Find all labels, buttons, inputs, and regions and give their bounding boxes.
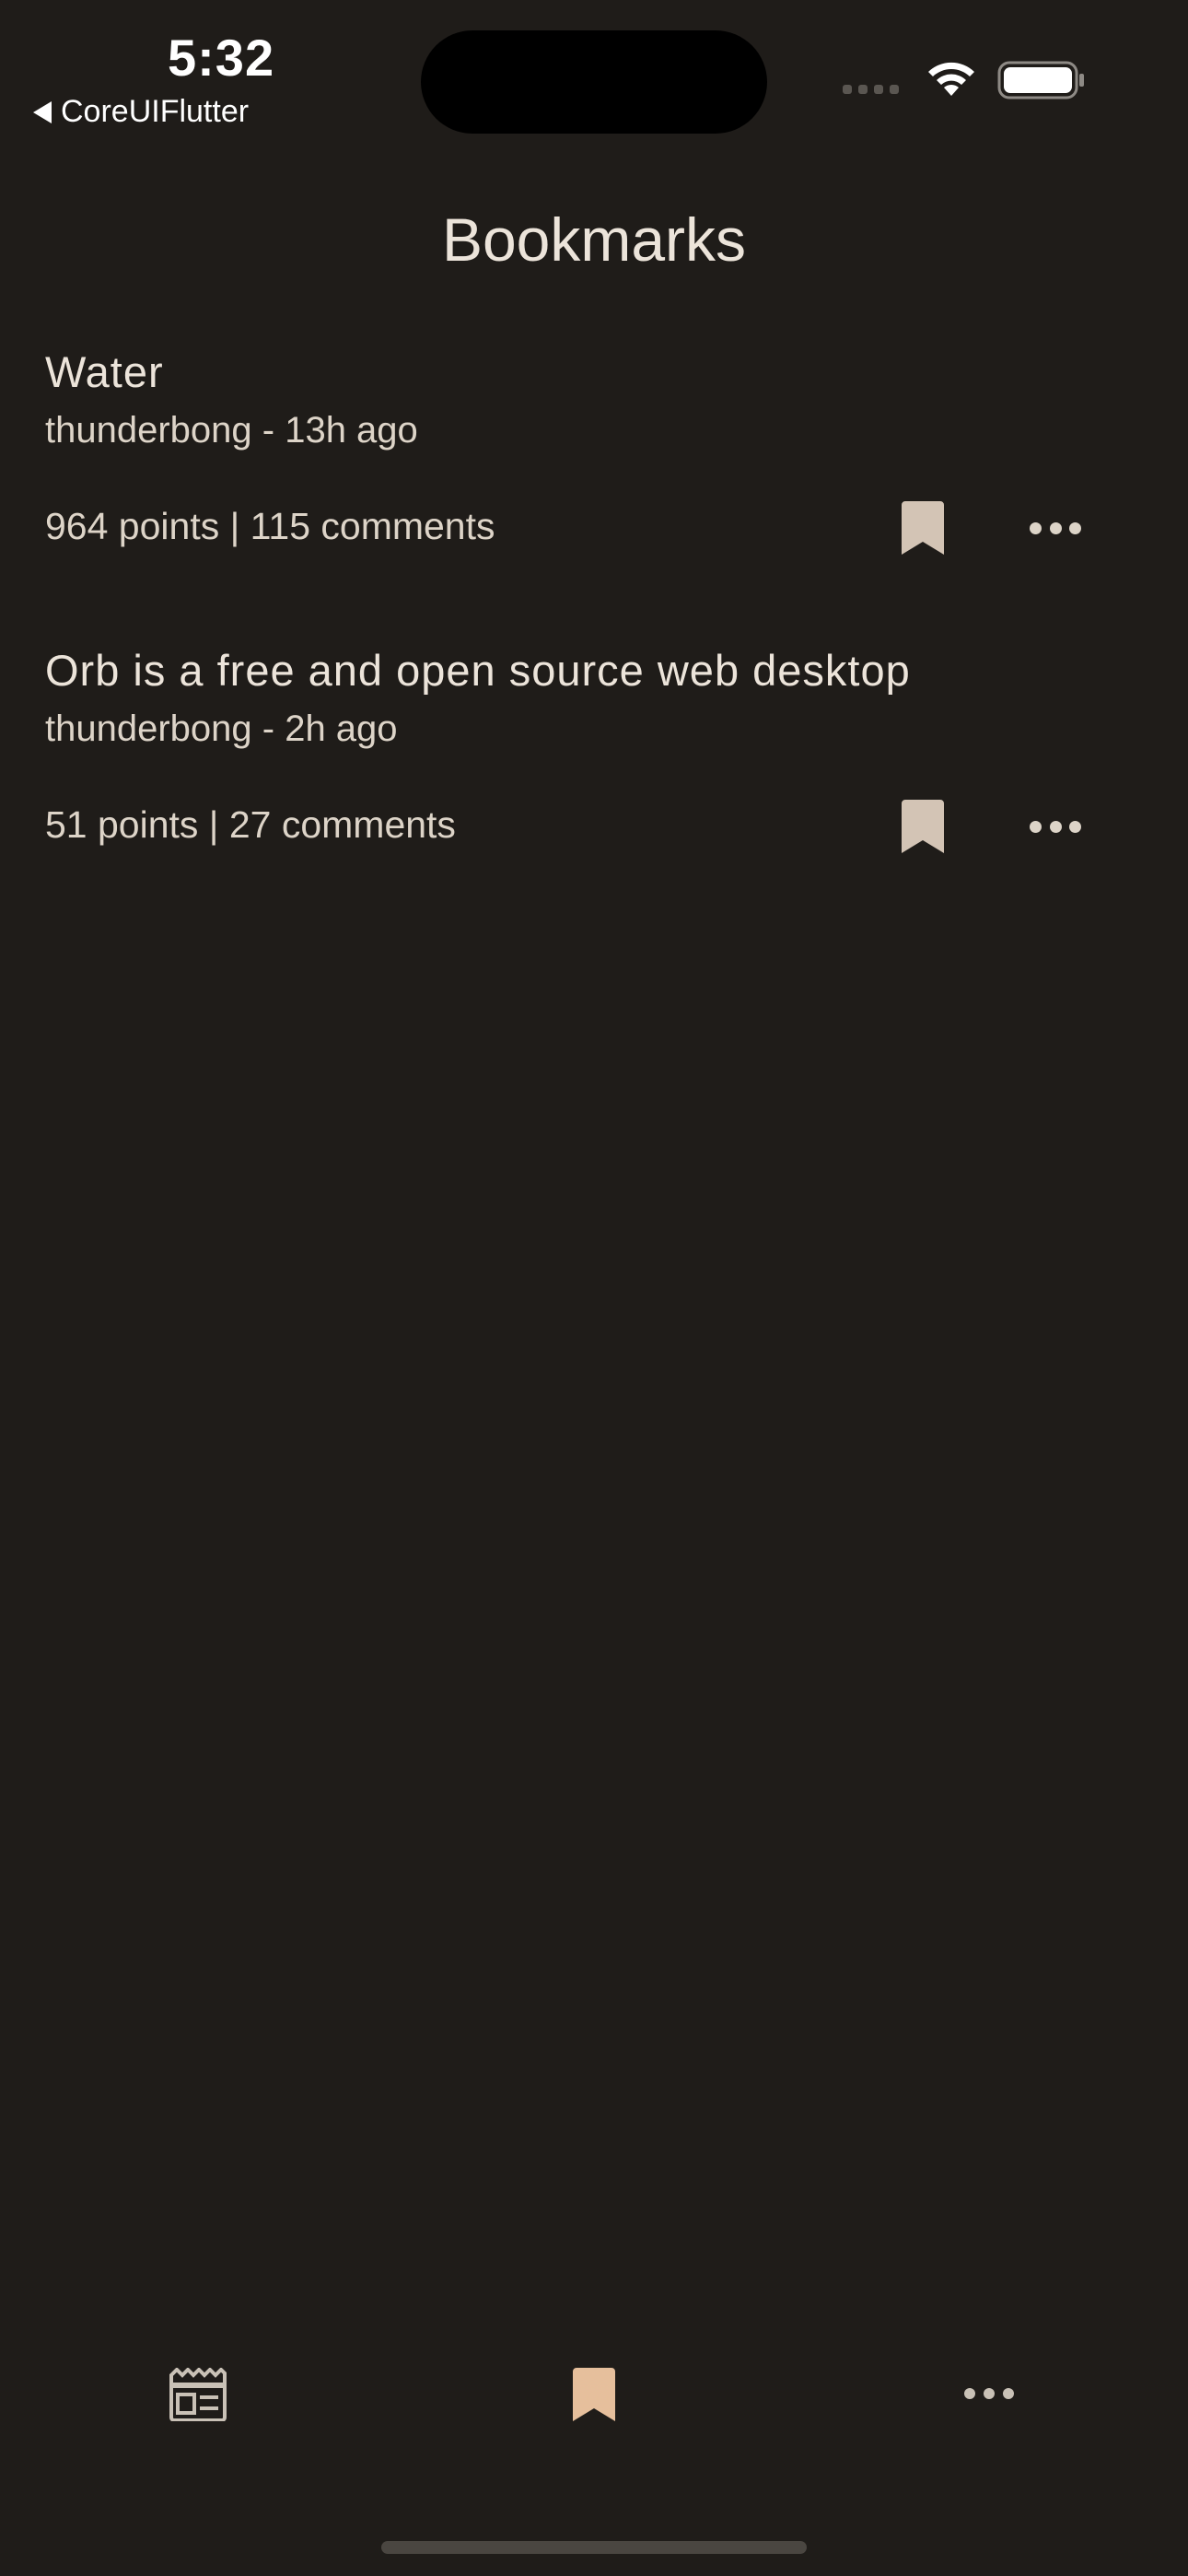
cellular-signal-icon: [843, 85, 899, 94]
tab-bookmarks-icon[interactable]: [573, 2368, 615, 2421]
more-icon[interactable]: [1030, 817, 1081, 836]
back-app-label: CoreUIFlutter: [61, 94, 250, 129]
story-meta: thunderbong - 2h ago: [45, 708, 398, 749]
back-arrow-icon: [33, 100, 52, 123]
more-icon[interactable]: [1030, 519, 1081, 537]
story-item[interactable]: Water thunderbong - 13h ago: [45, 346, 1150, 451]
story-title[interactable]: Water: [45, 346, 1150, 397]
tab-more-icon[interactable]: [964, 2384, 1014, 2403]
page-title: Bookmarks: [441, 205, 747, 274]
story-stats[interactable]: 964 points | 115 comments: [45, 505, 495, 548]
tab-feed-newspaper-icon[interactable]: [169, 2368, 227, 2421]
story-item[interactable]: Orb is a free and open source web deskto…: [45, 645, 1150, 750]
wifi-icon: [928, 62, 974, 96]
battery-icon: [997, 61, 1084, 100]
story-meta: thunderbong - 13h ago: [45, 410, 418, 451]
status-time: 5:32: [168, 29, 275, 87]
back-to-app-button[interactable]: CoreUIFlutter: [33, 94, 249, 130]
dynamic-island: [421, 30, 767, 134]
status-bar: 5:32 CoreUIFlutter: [0, 0, 1188, 147]
story-title[interactable]: Orb is a free and open source web deskto…: [45, 645, 1150, 696]
story-stats[interactable]: 51 points | 27 comments: [45, 803, 456, 847]
home-indicator[interactable]: [381, 2541, 807, 2554]
bookmark-icon[interactable]: [902, 800, 944, 853]
bookmark-icon[interactable]: [902, 501, 944, 555]
